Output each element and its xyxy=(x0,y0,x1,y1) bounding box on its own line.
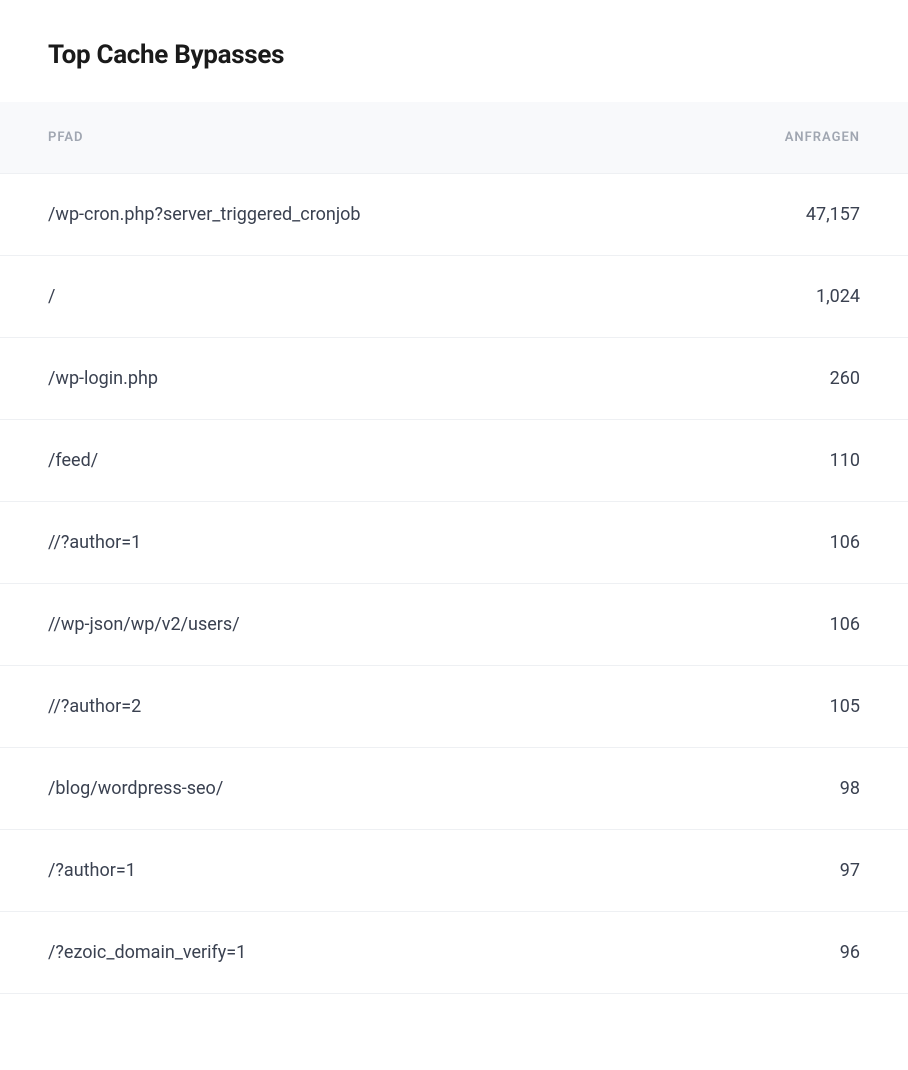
requests-cell: 106 xyxy=(830,532,860,553)
cache-bypasses-panel: Top Cache Bypasses PFAD ANFRAGEN /wp-cro… xyxy=(0,0,908,994)
path-cell: //?author=2 xyxy=(48,696,141,717)
table-row: /wp-login.php 260 xyxy=(0,338,908,420)
requests-cell: 47,157 xyxy=(806,204,860,225)
requests-cell: 106 xyxy=(830,614,860,635)
cache-bypasses-table: PFAD ANFRAGEN /wp-cron.php?server_trigge… xyxy=(0,102,908,994)
requests-cell: 97 xyxy=(840,860,860,881)
panel-title: Top Cache Bypasses xyxy=(0,40,908,102)
path-cell: /feed/ xyxy=(48,450,98,471)
path-cell: / xyxy=(48,286,55,307)
table-row: / 1,024 xyxy=(0,256,908,338)
table-row: /feed/110 xyxy=(0,420,908,502)
path-cell: /wp-login.php xyxy=(48,368,158,389)
column-header-path: PFAD xyxy=(48,130,83,145)
requests-cell: 110 xyxy=(830,450,860,471)
table-row: /blog/wordpress-seo/98 xyxy=(0,748,908,830)
path-cell: /?author=1 xyxy=(48,860,136,881)
table-row: //wp-json/wp/v2/users/106 xyxy=(0,584,908,666)
path-cell: /blog/wordpress-seo/ xyxy=(48,778,223,799)
table-header: PFAD ANFRAGEN xyxy=(0,102,908,174)
table-row: /?ezoic_domain_verify=1 96 xyxy=(0,912,908,994)
requests-cell: 96 xyxy=(840,942,860,963)
path-cell: //?author=1 xyxy=(48,532,141,553)
table-row: /wp-cron.php?server_triggered_cronjob 47,… xyxy=(0,174,908,256)
requests-cell: 1,024 xyxy=(816,286,860,307)
requests-cell: 105 xyxy=(830,696,860,717)
path-cell: /wp-cron.php?server_triggered_cronjob xyxy=(48,204,361,225)
table-row: //?author=2 105 xyxy=(0,666,908,748)
requests-cell: 98 xyxy=(840,778,860,799)
requests-cell: 260 xyxy=(830,368,860,389)
table-row: //?author=1 106 xyxy=(0,502,908,584)
column-header-requests: ANFRAGEN xyxy=(785,130,860,145)
table-row: /?author=1 97 xyxy=(0,830,908,912)
path-cell: /?ezoic_domain_verify=1 xyxy=(48,942,246,963)
path-cell: //wp-json/wp/v2/users/ xyxy=(48,614,240,635)
